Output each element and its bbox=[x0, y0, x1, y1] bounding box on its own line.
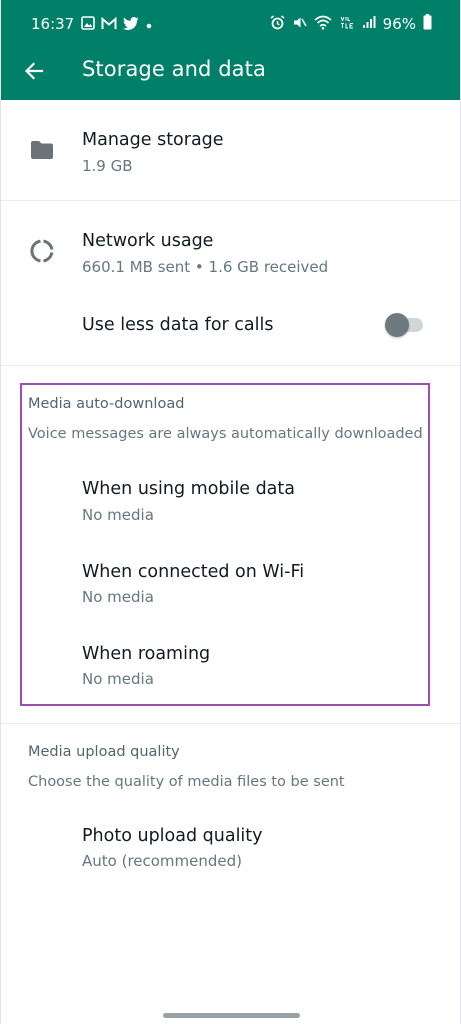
photo-upload-quality-value: Auto (recommended) bbox=[82, 852, 243, 870]
data-usage-icon bbox=[29, 238, 55, 264]
divider bbox=[1, 723, 460, 724]
page-title: Storage and data bbox=[82, 57, 266, 81]
wifi-title: When connected on Wi-Fi bbox=[82, 562, 305, 582]
photo-upload-quality-title: Photo upload quality bbox=[82, 826, 263, 846]
system-icons: 96% bbox=[270, 14, 432, 34]
battery-icon bbox=[423, 14, 432, 34]
wifi-value: No media bbox=[82, 588, 154, 606]
media-upload-quality-title: Media upload quality bbox=[28, 744, 180, 760]
photo-upload-quality-item[interactable]: Photo upload quality Auto (recommended) bbox=[1, 806, 460, 886]
notification-icons bbox=[81, 16, 153, 34]
auto-download-mobile-data-item[interactable]: When using mobile data No media bbox=[1, 460, 460, 540]
mute-icon bbox=[292, 15, 307, 34]
gmail-icon bbox=[101, 16, 117, 34]
dot-icon bbox=[145, 17, 153, 34]
auto-download-roaming-item[interactable]: When roaming No media bbox=[1, 624, 460, 704]
arrow-back-icon bbox=[24, 62, 44, 80]
gesture-nav-bar[interactable] bbox=[163, 1013, 300, 1018]
mobile-data-value: No media bbox=[82, 506, 154, 524]
media-upload-quality-description: Choose the quality of media files to be … bbox=[28, 774, 345, 790]
wifi-icon bbox=[314, 15, 332, 34]
media-auto-download-description: Voice messages are always automatically … bbox=[28, 426, 423, 442]
battery-percentage: 96% bbox=[382, 15, 416, 33]
manage-storage-size: 1.9 GB bbox=[82, 157, 133, 175]
divider bbox=[1, 365, 460, 366]
status-bar: 16:37 96% bbox=[1, 0, 460, 50]
back-button[interactable] bbox=[19, 56, 49, 86]
manage-storage-item[interactable]: Manage storage 1.9 GB bbox=[1, 100, 460, 200]
auto-download-wifi-item[interactable]: When connected on Wi-Fi No media bbox=[1, 542, 460, 622]
twitter-icon bbox=[123, 16, 139, 34]
app-header: 16:37 96% Storage and data bbox=[1, 0, 460, 100]
toggle-knob bbox=[385, 313, 409, 337]
volte-icon bbox=[339, 14, 355, 34]
status-time: 16:37 bbox=[31, 15, 75, 33]
folder-icon bbox=[29, 137, 55, 163]
roaming-value: No media bbox=[82, 670, 154, 688]
alarm-icon bbox=[270, 14, 285, 34]
gallery-icon bbox=[81, 16, 95, 34]
mobile-data-title: When using mobile data bbox=[82, 479, 295, 499]
signal-icon bbox=[362, 15, 376, 33]
roaming-title: When roaming bbox=[82, 644, 211, 664]
media-auto-download-title: Media auto-download bbox=[28, 396, 185, 412]
network-usage-title: Network usage bbox=[82, 231, 214, 251]
network-usage-summary: 660.1 MB sent • 1.6 GB received bbox=[82, 258, 329, 276]
app-bar: Storage and data bbox=[1, 50, 460, 100]
use-less-data-toggle[interactable] bbox=[385, 313, 423, 337]
use-less-data-title: Use less data for calls bbox=[82, 315, 274, 335]
manage-storage-title: Manage storage bbox=[82, 130, 224, 150]
network-usage-item[interactable]: Network usage 660.1 MB sent • 1.6 GB rec… bbox=[1, 201, 460, 291]
